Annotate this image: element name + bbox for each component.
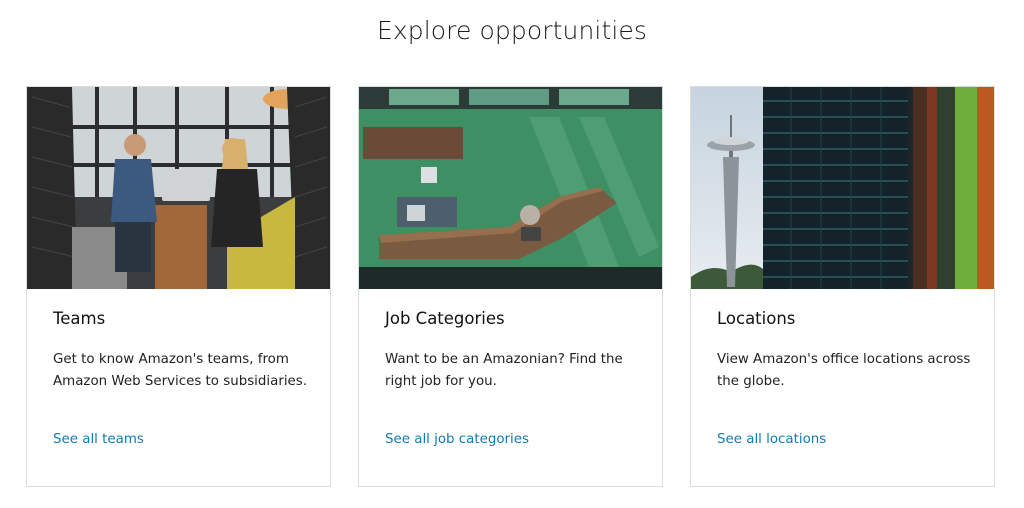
locations-image [691,87,994,289]
card-description: Get to know Amazon's teams, from Amazon … [53,352,308,389]
see-all-teams-link[interactable]: See all teams [53,432,144,447]
see-all-job-categories-link[interactable]: See all job categories [385,432,529,447]
see-all-locations-link[interactable]: See all locations [717,432,826,447]
card-title: Locations [717,309,796,328]
card-teams[interactable]: Teams Get to know Amazon's teams, from A… [26,86,331,487]
card-title: Job Categories [385,309,505,328]
section-title: Explore opportunities [376,16,648,45]
teams-image [27,87,330,289]
card-description: Want to be an Amazonian? Find the right … [385,352,623,389]
card-title: Teams [53,309,106,328]
job-categories-image [359,87,662,289]
card-locations[interactable]: Locations View Amazon's office locations… [690,86,995,487]
card-description: View Amazon's office locations across th… [717,352,971,389]
card-job-categories[interactable]: Job Categories Want to be an Amazonian? … [358,86,663,487]
